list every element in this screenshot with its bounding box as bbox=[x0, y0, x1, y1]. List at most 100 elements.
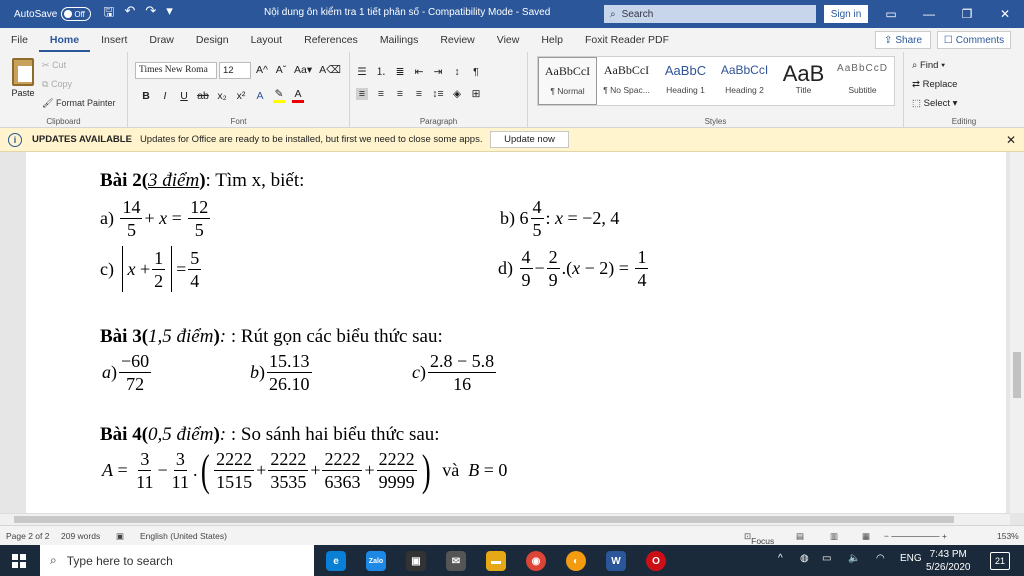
style-subtitle[interactable]: AaBbCcD Subtitle bbox=[833, 57, 892, 105]
change-case-icon[interactable]: Aa▾ bbox=[294, 64, 312, 76]
tab-file[interactable]: File bbox=[0, 28, 39, 52]
vertical-scroll-thumb[interactable] bbox=[1013, 352, 1021, 398]
print-layout-icon[interactable]: ▥ bbox=[830, 531, 838, 542]
tab-mailings[interactable]: Mailings bbox=[369, 28, 430, 52]
search-box[interactable]: ⌕ Search bbox=[604, 5, 816, 23]
tab-insert[interactable]: Insert bbox=[90, 28, 138, 52]
tab-design[interactable]: Design bbox=[185, 28, 240, 52]
update-now-button[interactable]: Update now bbox=[490, 131, 569, 148]
sort-icon[interactable]: ↕ bbox=[451, 66, 463, 78]
cut-button[interactable]: ✂ Cut bbox=[42, 56, 115, 75]
tab-foxit[interactable]: Foxit Reader PDF bbox=[574, 28, 680, 52]
redo-icon[interactable]: ↷ bbox=[145, 3, 156, 25]
tab-review[interactable]: Review bbox=[429, 28, 485, 52]
taskbar-search[interactable]: ⌕ Type here to search bbox=[40, 545, 314, 576]
word-count[interactable]: 209 words bbox=[61, 531, 100, 541]
language-indicator[interactable]: English (United States) bbox=[140, 531, 227, 541]
line-spacing-icon[interactable]: ↕≡ bbox=[432, 88, 444, 100]
style-normal[interactable]: AaBbCcI ¶ Normal bbox=[538, 57, 597, 105]
shrink-font-icon[interactable]: Aˇ bbox=[275, 64, 287, 76]
volume-icon[interactable]: 🔈 bbox=[848, 553, 860, 564]
superscript-icon[interactable]: x² bbox=[235, 90, 247, 102]
customize-toolbar-icon[interactable]: ▾ bbox=[166, 3, 173, 25]
page-count[interactable]: Page 2 of 2 bbox=[6, 531, 49, 541]
bullets-icon[interactable]: ☰ bbox=[356, 66, 368, 78]
text-effects-icon[interactable]: A bbox=[254, 90, 266, 102]
pilcrow-icon[interactable]: ¶ bbox=[470, 66, 482, 78]
highlight-icon[interactable]: ✎ bbox=[273, 88, 285, 103]
battery-icon[interactable]: ▭ bbox=[822, 553, 831, 564]
numbering-icon[interactable]: ⒈ bbox=[375, 64, 387, 79]
style-heading-2[interactable]: AaBbCcI Heading 2 bbox=[715, 57, 774, 105]
minimize-icon[interactable]: — bbox=[910, 0, 948, 28]
borders-icon[interactable]: ⊞ bbox=[470, 88, 482, 100]
autosave-toggle[interactable]: Off bbox=[61, 7, 92, 21]
tab-layout[interactable]: Layout bbox=[240, 28, 294, 52]
opera-icon[interactable]: O bbox=[646, 551, 666, 571]
close-icon[interactable]: ✕ bbox=[986, 0, 1024, 28]
tab-help[interactable]: Help bbox=[530, 28, 574, 52]
font-name-select[interactable]: Times New Roma bbox=[135, 62, 217, 79]
style-no-spacing[interactable]: AaBbCcI ¶ No Spac... bbox=[597, 57, 656, 105]
save-icon[interactable]: 🖫 bbox=[103, 3, 114, 25]
undo-icon[interactable]: ↶ bbox=[124, 3, 135, 25]
italic-icon[interactable]: I bbox=[159, 90, 171, 102]
style-heading-1[interactable]: AaBbC Heading 1 bbox=[656, 57, 715, 105]
document-title[interactable]: Nội dung ôn kiểm tra 1 tiết phân số - Co… bbox=[264, 7, 550, 18]
zalo-icon[interactable]: Zalo bbox=[366, 551, 386, 571]
tray-app-icon[interactable]: ◍ bbox=[800, 553, 809, 564]
tab-references[interactable]: References bbox=[293, 28, 369, 52]
notification-center-icon[interactable]: 21 bbox=[990, 552, 1010, 570]
tab-view[interactable]: View bbox=[486, 28, 531, 52]
align-left-icon[interactable]: ≡ bbox=[356, 88, 368, 100]
tray-chevron-icon[interactable]: ^ bbox=[778, 553, 783, 564]
coc-coc-icon[interactable]: ◐ bbox=[566, 551, 586, 571]
zoom-level[interactable]: 153% bbox=[997, 531, 1019, 541]
file-explorer-icon[interactable]: ▬ bbox=[486, 551, 506, 571]
store-icon[interactable]: ▣ bbox=[406, 551, 426, 571]
font-color-icon[interactable]: A bbox=[292, 88, 304, 103]
mail-icon[interactable]: ✉ bbox=[446, 551, 466, 571]
multilevel-list-icon[interactable]: ≣ bbox=[394, 66, 406, 78]
horizontal-scrollbar[interactable] bbox=[0, 513, 1010, 525]
web-layout-icon[interactable]: ▦ bbox=[862, 531, 870, 542]
shading-icon[interactable]: ◈ bbox=[451, 88, 463, 100]
close-icon[interactable]: ✕ bbox=[1006, 133, 1016, 147]
justify-icon[interactable]: ≡ bbox=[413, 88, 425, 100]
paste-button[interactable]: Paste bbox=[8, 58, 38, 98]
sign-in-button[interactable]: Sign in bbox=[824, 5, 868, 23]
windows-start-icon[interactable] bbox=[12, 554, 26, 568]
focus-mode-button[interactable]: ⊡ Focus bbox=[744, 531, 774, 546]
strikethrough-icon[interactable]: ab bbox=[197, 90, 209, 102]
align-center-icon[interactable]: ≡ bbox=[375, 88, 387, 100]
font-size-select[interactable]: 12 bbox=[219, 62, 251, 79]
autosave-control[interactable]: AutoSave Off bbox=[14, 7, 92, 21]
ribbon-display-icon[interactable]: ▭ bbox=[872, 0, 910, 28]
horizontal-scroll-thumb[interactable] bbox=[14, 516, 954, 523]
bold-icon[interactable]: B bbox=[140, 90, 152, 102]
restore-icon[interactable]: ❐ bbox=[948, 0, 986, 28]
align-right-icon[interactable]: ≡ bbox=[394, 88, 406, 100]
format-painter-button[interactable]: 🖌 Format Painter bbox=[42, 94, 115, 113]
word-icon[interactable]: W bbox=[606, 551, 626, 571]
underline-icon[interactable]: U bbox=[178, 90, 190, 102]
read-mode-icon[interactable]: ▤ bbox=[796, 531, 804, 542]
subscript-icon[interactable]: x₂ bbox=[216, 90, 228, 102]
copy-button[interactable]: ⧉ Copy bbox=[42, 75, 115, 94]
comments-button[interactable]: ☐ Comments bbox=[937, 31, 1011, 49]
grow-font-icon[interactable]: A^ bbox=[256, 64, 268, 76]
tab-home[interactable]: Home bbox=[38, 28, 91, 52]
input-language[interactable]: ENG bbox=[900, 553, 922, 564]
tab-draw[interactable]: Draw bbox=[138, 28, 185, 52]
style-title[interactable]: AaB Title bbox=[774, 57, 833, 105]
replace-button[interactable]: ⇄ Replace bbox=[912, 75, 957, 94]
share-button[interactable]: ⇪ Share bbox=[875, 31, 931, 49]
increase-indent-icon[interactable]: ⇥ bbox=[432, 66, 444, 78]
clock[interactable]: 7:43 PM 5/26/2020 bbox=[926, 548, 971, 574]
wifi-icon[interactable]: ◠ bbox=[876, 553, 885, 564]
find-button[interactable]: ⌕ Find ▾ bbox=[912, 56, 957, 75]
clear-format-icon[interactable]: A⌫ bbox=[319, 64, 341, 76]
select-button[interactable]: ⬚ Select ▾ bbox=[912, 94, 957, 113]
document-page[interactable]: Bài 2(3 điểm): Tìm x, biết: a) 14 5 + x = … bbox=[26, 152, 1006, 513]
vertical-scrollbar[interactable] bbox=[1010, 152, 1024, 513]
